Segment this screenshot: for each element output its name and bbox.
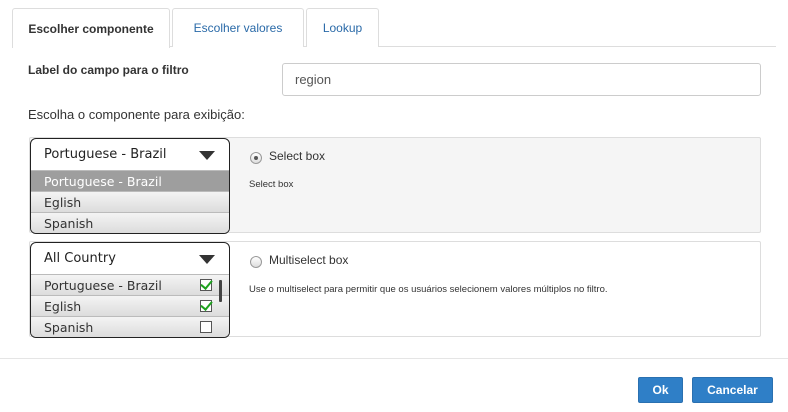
select-box-radio[interactable]	[250, 152, 262, 164]
multiselect-preview: All Country Portuguese - Brazil Eglish S…	[30, 242, 230, 338]
filter-field-label: Label do campo para o filtro	[28, 63, 189, 77]
multiselect-preview-value: All Country	[44, 251, 116, 266]
list-item: Spanish	[31, 316, 229, 337]
component-section-label: Escolha o componente para exibição:	[28, 107, 245, 122]
list-item: Portuguese - Brazil	[31, 170, 229, 191]
multiselect-description: Use o multiselect para permitir que os u…	[249, 284, 608, 295]
chevron-down-icon	[199, 255, 215, 264]
checkbox-unchecked-icon	[200, 321, 212, 333]
multiselect-radio[interactable]	[250, 256, 262, 268]
chevron-down-icon	[199, 151, 215, 160]
tab-bar: Escolher componente Escolher valores Loo…	[12, 8, 776, 48]
list-item: Spanish	[31, 212, 229, 233]
checkbox-checked-icon	[200, 300, 212, 312]
multiselect-preview-list: Portuguese - Brazil Eglish Spanish	[31, 274, 229, 337]
filter-field-input[interactable]	[282, 63, 761, 96]
cancel-button[interactable]: Cancelar	[692, 377, 773, 403]
select-box-title: Select box	[269, 149, 326, 163]
list-item: Portuguese - Brazil	[31, 274, 229, 295]
footer-divider	[0, 358, 788, 359]
list-item: Eglish	[31, 191, 229, 212]
select-box-option-panel[interactable]: Portuguese - Brazil Portuguese - Brazil …	[29, 137, 761, 234]
scrollbar-thumb	[219, 280, 222, 302]
ok-button[interactable]: Ok	[638, 377, 683, 403]
list-item: Eglish	[31, 295, 229, 316]
tab-escolher-componente[interactable]: Escolher componente	[12, 8, 170, 48]
tab-escolher-valores[interactable]: Escolher valores	[172, 8, 304, 47]
select-box-description: Select box	[249, 179, 294, 190]
multiselect-preview-header: All Country	[31, 243, 229, 274]
multiselect-option-panel[interactable]: All Country Portuguese - Brazil Eglish S…	[29, 241, 761, 338]
multiselect-title: Multiselect box	[269, 253, 349, 267]
select-box-preview: Portuguese - Brazil Portuguese - Brazil …	[30, 138, 230, 234]
select-box-preview-value: Portuguese - Brazil	[44, 147, 167, 162]
checkbox-checked-icon	[200, 279, 212, 291]
tab-lookup[interactable]: Lookup	[306, 8, 379, 47]
select-box-preview-header: Portuguese - Brazil	[31, 139, 229, 170]
